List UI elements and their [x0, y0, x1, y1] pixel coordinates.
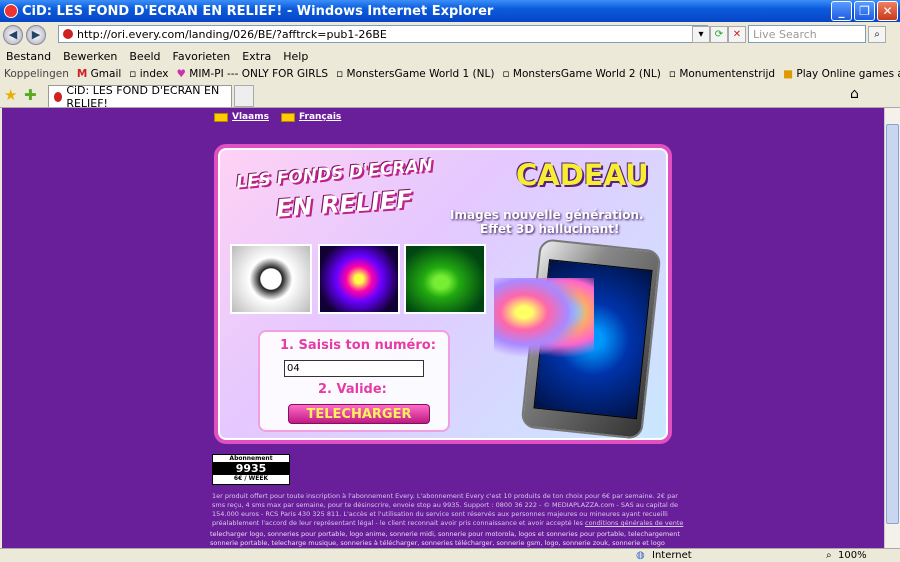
heart-icon: ♥	[176, 67, 186, 80]
language-links: Vlaams Français	[214, 112, 341, 122]
link-gmail-label: Gmail	[90, 67, 122, 80]
promo-banner: LES FONDS D'ECRAN EN RELIEF CADEAU Image…	[214, 144, 672, 444]
add-favorite-icon[interactable]: ✚	[24, 86, 37, 104]
flag-icon	[280, 112, 295, 122]
close-button[interactable]: ✕	[877, 1, 898, 21]
link-index-label: index	[139, 67, 169, 80]
ie-icon	[4, 4, 18, 18]
page-icon	[63, 29, 73, 39]
lang-francais-label: Français	[298, 112, 342, 122]
link-monumenten[interactable]: ▫ Monumentenstrijd	[669, 68, 775, 80]
search-input[interactable]: Live Search	[748, 25, 866, 43]
home-icon[interactable]: ⌂	[850, 86, 859, 102]
back-button[interactable]: ◀	[3, 24, 23, 45]
zoom-icon: ⌕	[826, 550, 832, 561]
headline-line2: EN RELIEF	[275, 185, 414, 223]
url-text: http://ori.every.com/landing/026/BE/?aff…	[77, 27, 387, 41]
menu-extra[interactable]: Extra	[242, 50, 271, 63]
window-title: CiD: LES FOND D'ECRAN EN RELIEF! - Windo…	[22, 3, 494, 19]
minimize-button[interactable]: _	[831, 1, 852, 21]
subscription-badge: Abonnement 9935 6€ / WEEK	[212, 454, 290, 485]
lang-vlaams[interactable]: Vlaams	[214, 112, 269, 122]
stop-icon[interactable]: ✕	[728, 26, 746, 43]
wallpaper-thumb-snake	[404, 244, 486, 314]
url-field[interactable]: http://ori.every.com/landing/026/BE/?aff…	[58, 25, 708, 43]
refresh-icon[interactable]: ⟳	[710, 26, 728, 43]
menu-favorieten[interactable]: Favorieten	[173, 50, 231, 63]
abo-price: 6€ / WEEK	[233, 475, 269, 482]
tab-title: CiD: LES FOND D'ECRAN EN RELIEF!	[66, 83, 220, 110]
butterfly-image	[494, 278, 594, 364]
tab-bar: ★ ✚ CiD: LES FOND D'ECRAN EN RELIEF! ⌂	[0, 82, 900, 110]
menu-beeld[interactable]: Beeld	[129, 50, 160, 63]
link-monsters1[interactable]: ▫ MonstersGame World 1 (NL)	[336, 68, 494, 80]
tagline-2: Effet 3D hallucinant!	[480, 222, 620, 236]
abo-number: 9935	[213, 462, 289, 475]
menu-help[interactable]: Help	[283, 50, 308, 63]
search-placeholder: Live Search	[753, 27, 817, 41]
menu-bestand[interactable]: Bestand	[6, 50, 51, 63]
wallpaper-thumb-butterfly	[318, 244, 400, 314]
search-icon[interactable]: ⌕	[868, 26, 886, 43]
legal-text: 1er produit offert pour toute inscriptio…	[212, 492, 684, 528]
link-monsters1-label: MonstersGame World 1 (NL)	[346, 67, 495, 80]
wallpaper-thumb-yinyang	[230, 244, 312, 314]
footer-keywords: telecharger logo, sonneries pour portabl…	[210, 530, 680, 548]
link-mimpi-label: MIM-PI --- ONLY FOR GIRLS	[189, 67, 329, 80]
browser-window: CiD: LES FOND D'ECRAN EN RELIEF! - Windo…	[0, 0, 900, 562]
tab-active[interactable]: CiD: LES FOND D'ECRAN EN RELIEF!	[48, 83, 232, 110]
signup-form: 1. Saisis ton numéro: 04 2. Valide: TELE…	[258, 330, 450, 432]
globe-icon: ◍	[636, 550, 645, 561]
link-king[interactable]: ■ Play Online games at King.com	[783, 68, 900, 80]
links-label: Koppelingen	[4, 67, 69, 80]
abo-label: Abonnement	[229, 455, 273, 462]
lang-vlaams-label: Vlaams	[232, 112, 269, 122]
phone-number-input[interactable]: 04	[284, 360, 424, 377]
menu-bar: Bestand Bewerken Beeld Favorieten Extra …	[0, 47, 900, 65]
link-king-label: Play Online games at King.com	[796, 67, 900, 80]
link-monsters2[interactable]: ▫ MonstersGame World 2 (NL)	[502, 68, 660, 80]
gmail-icon: M	[76, 67, 88, 80]
step2-label: 2. Valide:	[318, 382, 387, 397]
url-dropdown-icon[interactable]: ▾	[692, 26, 710, 43]
forward-button[interactable]: ▶	[26, 24, 46, 45]
address-bar: ◀ ▶ http://ori.every.com/landing/026/BE/…	[0, 22, 900, 47]
tab-page-icon	[54, 91, 63, 102]
menu-bewerken[interactable]: Bewerken	[63, 50, 117, 63]
title-bar: CiD: LES FOND D'ECRAN EN RELIEF! - Windo…	[0, 0, 900, 22]
cadeau-label: CADEAU	[516, 158, 649, 192]
new-tab-button[interactable]	[234, 85, 254, 107]
status-zone: Internet	[652, 550, 692, 561]
king-icon: ■	[783, 67, 794, 80]
link-monsters2-label: MonstersGame World 2 (NL)	[512, 67, 661, 80]
step1-label: 1. Saisis ton numéro:	[280, 338, 436, 353]
vertical-scrollbar[interactable]	[884, 108, 900, 548]
page-content: Vlaams Français LES FONDS D'ECRAN EN REL…	[2, 108, 884, 548]
flag-icon	[214, 112, 228, 122]
scroll-thumb[interactable]	[886, 124, 899, 524]
lang-francais[interactable]: Français	[280, 112, 342, 122]
link-gmail[interactable]: M Gmail	[77, 68, 121, 80]
tagline-1: Images nouvelle génération.	[450, 208, 644, 222]
link-mimpi[interactable]: ♥ MIM-PI --- ONLY FOR GIRLS	[177, 68, 329, 80]
download-button[interactable]: TELECHARGER	[288, 404, 430, 424]
links-bar: Koppelingen M Gmail ▫ index ♥ MIM-PI ---…	[0, 65, 900, 82]
terms-link[interactable]: conditions générales de vente	[585, 519, 683, 527]
link-monumenten-label: Monumentenstrijd	[679, 67, 776, 80]
link-index[interactable]: ▫ index	[129, 68, 168, 80]
status-bar: ◍ Internet ⌕ 100%	[0, 548, 900, 562]
maximize-button[interactable]: ❐	[854, 1, 875, 21]
favorites-star-icon[interactable]: ★	[4, 86, 17, 104]
status-zoom[interactable]: 100%	[838, 550, 867, 561]
